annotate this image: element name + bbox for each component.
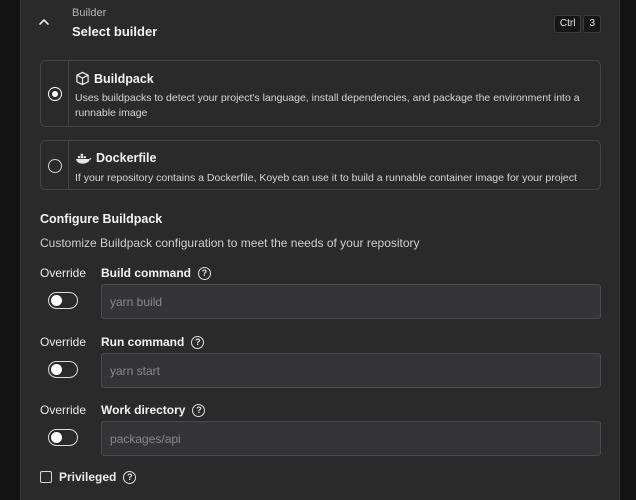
shortcut-key-number: 3 (583, 15, 601, 33)
radio-buildpack[interactable] (48, 87, 62, 101)
override-toggle[interactable] (48, 292, 78, 309)
help-icon[interactable]: ? (192, 403, 206, 417)
work-directory-input[interactable] (101, 421, 601, 456)
field-label: Build command ? (101, 266, 212, 280)
privileged-checkbox[interactable] (40, 471, 52, 483)
field-label: Run command ? (101, 335, 205, 349)
field-label-text: Build command (101, 266, 192, 280)
build-command-input[interactable] (101, 284, 601, 319)
option-title-text: Buildpack (94, 71, 154, 86)
option-title: Dockerfile (75, 151, 156, 165)
radio-column (41, 141, 69, 189)
help-icon[interactable]: ? (198, 266, 212, 280)
run-command-input[interactable] (101, 353, 601, 388)
field-build-command: Override Build command ? (40, 266, 601, 336)
option-description: If your repository contains a Dockerfile… (75, 172, 577, 184)
chevron-up-icon[interactable] (37, 15, 51, 29)
override-label: Override (40, 403, 87, 417)
override-toggle[interactable] (48, 361, 78, 378)
builder-option-dockerfile[interactable]: Dockerfile If your repository contains a… (40, 140, 601, 190)
radio-dockerfile[interactable] (48, 159, 62, 173)
docker-icon (75, 153, 92, 164)
help-icon[interactable]: ? (123, 470, 137, 484)
option-title-text: Dockerfile (96, 151, 157, 165)
builder-panel: Builder Select builder Ctrl 3 Buildpack … (20, 0, 620, 500)
help-icon[interactable]: ? (191, 335, 205, 349)
field-label-text: Work directory (101, 403, 186, 417)
section-eyebrow: Builder (72, 7, 107, 19)
privileged-label: Privileged (59, 470, 117, 484)
option-title: Buildpack (75, 71, 154, 86)
cube-icon (76, 71, 89, 86)
override-toggle[interactable] (48, 429, 78, 446)
configure-subtitle: Customize Buildpack configuration to mee… (40, 236, 420, 250)
override-label: Override (40, 266, 87, 280)
field-run-command: Override Run command ? (40, 335, 601, 405)
shortcut-key-ctrl: Ctrl (553, 15, 582, 33)
configure-title: Configure Buildpack (40, 212, 163, 226)
field-label-text: Run command (101, 335, 185, 349)
privileged-row[interactable]: Privileged ? (40, 470, 137, 484)
builder-section-header[interactable]: Builder Select builder Ctrl 3 (21, 0, 619, 46)
section-title: Select builder (72, 24, 158, 39)
radio-column (41, 61, 69, 126)
builder-option-buildpack[interactable]: Buildpack Uses buildpacks to detect your… (40, 60, 601, 127)
keyboard-shortcut: Ctrl 3 (553, 15, 601, 33)
option-description: Uses buildpacks to detect your project's… (75, 92, 580, 119)
override-label: Override (40, 335, 87, 349)
field-label: Work directory ? (101, 403, 206, 417)
field-work-directory: Override Work directory ? (40, 403, 601, 473)
